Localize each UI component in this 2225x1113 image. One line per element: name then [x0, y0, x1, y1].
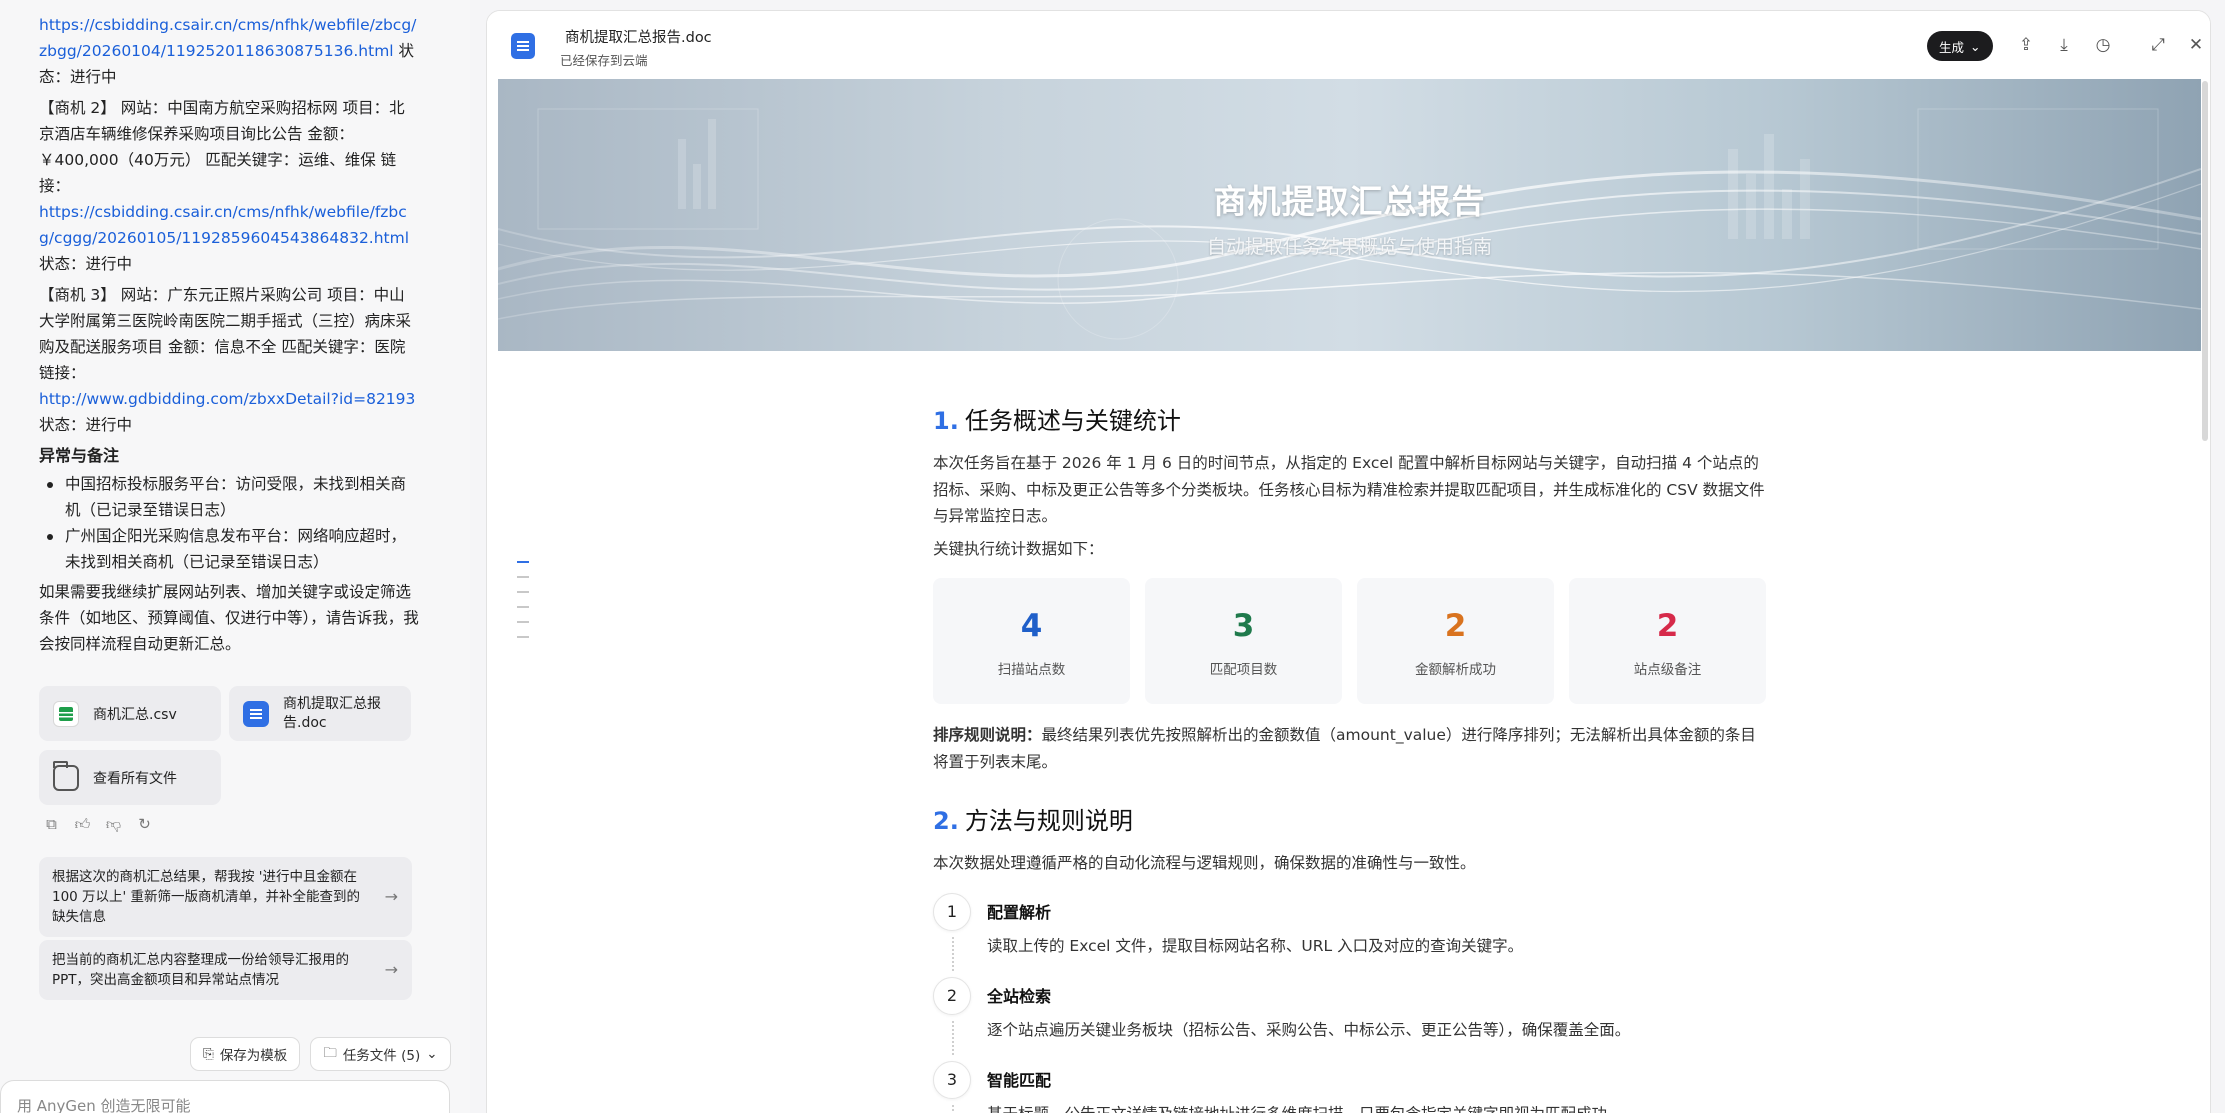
step-2: 2 全站检索 逐个站点遍历关键业务板块（招标公告、采购公告、中标公示、更正公告等…: [933, 976, 1768, 1061]
opportunity-3-text: 【商机 3】 网站：广东元正照片采购公司 项目：中山大学附属第三医院岭南医院二期…: [39, 286, 412, 382]
opportunity-3-link[interactable]: http://www.gdbidding.com/zbxxDetail?id=8…: [39, 390, 415, 408]
stat-card-sites: 4 扫描站点数: [933, 578, 1130, 704]
document-header: 商机提取汇总报告.doc 已经保存到云端 生成 ⌄ ⇪ ⤓ ◷ ⤢ ✕: [487, 11, 2210, 79]
thumbs-up-icon[interactable]: 👍︎: [74, 816, 91, 833]
thumbs-down-icon[interactable]: 👎︎: [105, 816, 122, 833]
bottom-toolbar: ⎘ 保存为模板 🗀 任务文件 (5) ⌄: [190, 1037, 451, 1071]
stats-grid: 4 扫描站点数 3 匹配项目数 2 金额解析成功 2 站点级备注: [933, 578, 1768, 704]
document-icon: [243, 700, 269, 727]
outline-marker[interactable]: [517, 606, 529, 608]
chevron-down-icon: ⌄: [1970, 38, 1981, 54]
opportunity-1-link[interactable]: https://csbidding.csair.cn/cms/nfhk/webf…: [39, 16, 416, 60]
generate-button[interactable]: 生成 ⌄: [1927, 31, 1993, 61]
view-all-files-button[interactable]: 查看所有文件: [39, 750, 221, 805]
sort-rule: 排序规则说明：最终结果列表优先按照解析出的金额数值（amount_value）进…: [933, 726, 1756, 771]
arrow-right-icon: →: [384, 887, 398, 906]
outline-marker[interactable]: [517, 636, 529, 638]
opportunity-3-status: 状态：进行中: [39, 416, 133, 434]
stat-card-matches: 3 匹配项目数: [1145, 578, 1342, 704]
opportunity-2-link[interactable]: https://csbidding.csair.cn/cms/nfhk/webf…: [39, 203, 409, 247]
suggestion-1[interactable]: 根据这次的商机汇总结果，帮我按 '进行中且金额在 100 万以上' 重新筛一版商…: [39, 857, 412, 937]
exceptions-heading: 异常与备注: [39, 446, 120, 465]
chat-message: https://csbidding.csair.cn/cms/nfhk/webf…: [39, 12, 419, 657]
banner-subtitle: 自动提取任务结果概览与使用指南: [1206, 236, 1492, 258]
opportunity-2-text: 【商机 2】 网站：中国南方航空采购招标网 项目：北京酒店车辆维修保养采购项目询…: [39, 99, 405, 195]
save-status: 已经保存到云端: [560, 53, 648, 68]
share-icon[interactable]: ⇪: [2014, 33, 2038, 57]
outline-marker[interactable]: [517, 621, 529, 623]
document-viewer: 商机提取汇总报告.doc 已经保存到云端 生成 ⌄ ⇪ ⤓ ◷ ⤢ ✕ 商机提取…: [486, 10, 2211, 1113]
step-3: 3 智能匹配 基于标题、公告正文详情及链接地址进行多维度扫描，只要包含指定关键字…: [933, 1060, 1768, 1113]
stat-card-amounts: 2 金额解析成功: [1357, 578, 1554, 704]
expand-icon[interactable]: ⤢: [2146, 33, 2170, 57]
message-actions: ⧉ 👍︎ 👎︎ ↻: [43, 816, 153, 833]
document-body: 1. 任务概述与关键统计 本次任务旨在基于 2026 年 1 月 6 日的时间节点…: [933, 401, 1768, 1113]
scrollbar[interactable]: [2202, 81, 2208, 441]
chat-pane: https://csbidding.csair.cn/cms/nfhk/webf…: [0, 0, 470, 1113]
chevron-down-icon: ⌄: [426, 1046, 438, 1062]
list-item: 广州国企阳光采购信息发布平台：网络响应超时，未找到相关商机（已记录至错误日志）: [39, 523, 419, 575]
section-2-paragraph: 本次数据处理遵循严格的自动化流程与逻辑规则，确保数据的准确性与一致性。: [933, 854, 1476, 872]
list-item: 中国招标投标服务平台：访问受限，未找到相关商机（已记录至错误日志）: [39, 471, 419, 523]
outline-navigator[interactable]: [517, 561, 529, 651]
refresh-icon[interactable]: ↻: [136, 816, 153, 833]
section-1-paragraph: 本次任务旨在基于 2026 年 1 月 6 日的时间节点，从指定的 Excel …: [933, 454, 1765, 525]
folder-icon: [53, 760, 79, 791]
close-icon[interactable]: ✕: [2184, 33, 2208, 57]
opportunity-1-tail: https://csbidding.csair.cn/cms/nfhk/webf…: [39, 16, 417, 86]
save-template-button[interactable]: ⎘ 保存为模板: [190, 1037, 301, 1071]
arrow-right-icon: →: [384, 960, 398, 979]
outline-marker-active[interactable]: [517, 561, 529, 563]
closing-text: 如果需要我继续扩展网站列表、增加关键字或设定筛选条件（如地区、预算阈值、仅进行中…: [39, 583, 419, 653]
section-1-heading: 1. 任务概述与关键统计: [933, 407, 1181, 435]
stats-lead: 关键执行统计数据如下：: [933, 539, 1104, 558]
folder-icon: 🗀: [323, 1044, 337, 1061]
opportunity-2-status: 状态：进行中: [39, 255, 133, 273]
outline-marker[interactable]: [517, 591, 529, 593]
file-card-doc[interactable]: 商机提取汇总报告.doc: [229, 686, 411, 741]
suggestion-2[interactable]: 把当前的商机汇总内容整理成一份给领导汇报用的 PPT，突出高金额项目和异常站点情…: [39, 940, 412, 1000]
spreadsheet-icon: [53, 700, 79, 727]
exceptions-list: 中国招标投标服务平台：访问受限，未找到相关商机（已记录至错误日志） 广州国企阳光…: [39, 471, 419, 575]
template-icon: ⎘: [203, 1046, 214, 1062]
stat-card-notes: 2 站点级备注: [1569, 578, 1766, 704]
task-files-button[interactable]: 🗀 任务文件 (5) ⌄: [310, 1037, 451, 1071]
history-icon[interactable]: ◷: [2091, 33, 2115, 57]
document-icon: [511, 33, 535, 59]
banner-title: 商机提取汇总报告: [1213, 182, 1486, 221]
section-2-heading: 2. 方法与规则说明: [933, 807, 1133, 835]
report-banner: 商机提取汇总报告 自动提取任务结果概览与使用指南: [498, 79, 2201, 351]
chat-input[interactable]: 用 AnyGen 创造无限可能: [0, 1080, 450, 1113]
step-1: 1 配置解析 读取上传的 Excel 文件，提取目标网站名称、URL 入口及对应…: [933, 892, 1768, 977]
document-title: 商机提取汇总报告.doc: [565, 30, 712, 46]
outline-marker[interactable]: [517, 576, 529, 578]
download-icon[interactable]: ⤓: [2052, 33, 2076, 57]
copy-icon[interactable]: ⧉: [43, 816, 60, 833]
file-card-csv[interactable]: 商机汇总.csv: [39, 686, 221, 741]
